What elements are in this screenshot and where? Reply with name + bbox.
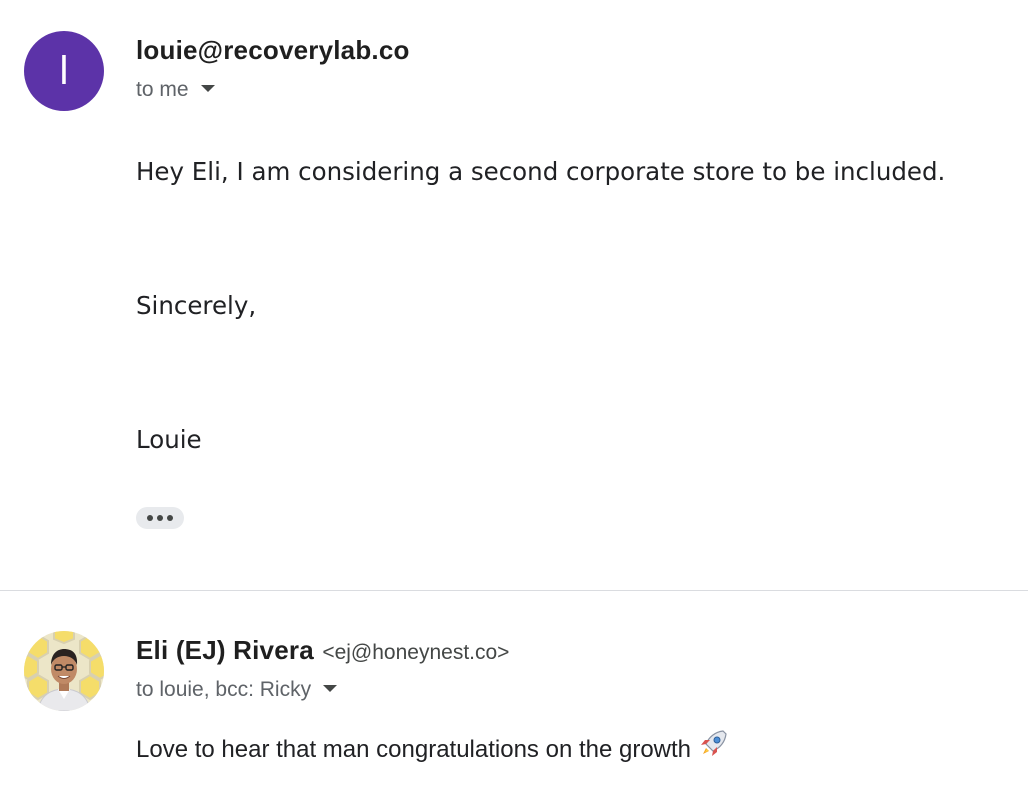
sender-avatar[interactable] xyxy=(24,631,104,711)
sender-avatar[interactable]: l xyxy=(24,31,104,111)
avatar-letter: l xyxy=(59,49,69,93)
recipients-label: to louie, bcc: Ricky xyxy=(136,678,312,701)
sender-email[interactable]: <ej@honeynest.co> xyxy=(322,641,509,664)
message-body: Love to hear that man congratulations on… xyxy=(136,728,729,770)
chevron-down-icon[interactable] xyxy=(200,84,215,92)
profile-photo-avatar xyxy=(24,631,104,711)
email-thread: l louie@recoverylab.co to me Hey Eli, I … xyxy=(0,0,1028,794)
recipients-dropdown[interactable]: to me xyxy=(136,78,215,102)
rocket-icon xyxy=(697,728,729,767)
recipients-label: to me xyxy=(136,78,189,101)
show-trimmed-content-button[interactable] xyxy=(136,507,184,529)
recipients-dropdown[interactable]: to louie, bcc: Ricky xyxy=(136,678,338,702)
message-body-text: Love to hear that man congratulations on… xyxy=(136,735,692,763)
message-body-line: Louie xyxy=(136,425,202,454)
message-body-line: Hey Eli, I am considering a second corpo… xyxy=(136,157,946,186)
sender-line: Eli (EJ) Rivera <ej@honeynest.co> xyxy=(136,635,509,666)
message-divider xyxy=(0,590,1028,591)
sender-name[interactable]: Eli (EJ) Rivera xyxy=(136,635,314,665)
sender-name[interactable]: louie@recoverylab.co xyxy=(136,35,410,65)
chevron-down-icon[interactable] xyxy=(323,684,338,692)
message-body-line: Sincerely, xyxy=(136,291,257,320)
sender-line: louie@recoverylab.co xyxy=(136,35,410,66)
more-dot-icon xyxy=(167,515,173,521)
more-dot-icon xyxy=(147,515,153,521)
more-dot-icon xyxy=(157,515,163,521)
